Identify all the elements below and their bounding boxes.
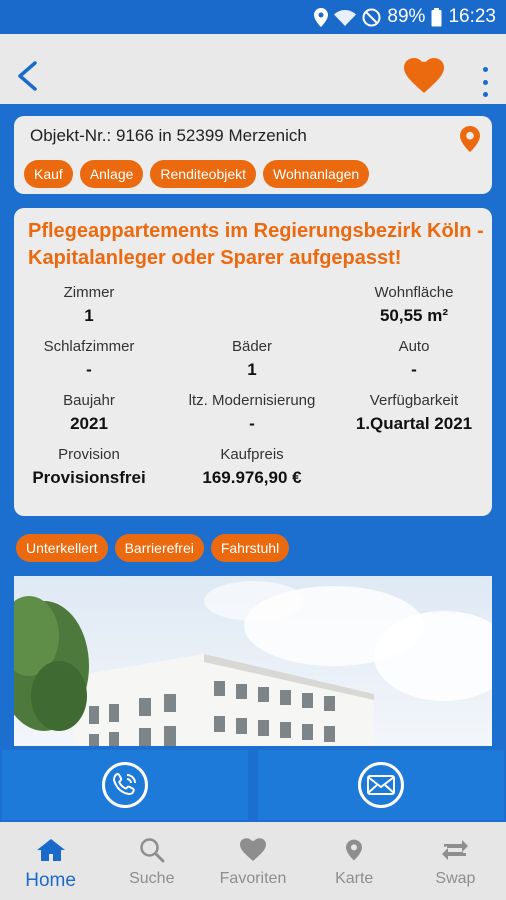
object-number: Objekt-Nr.: 9166 in 52399 Merzenich (30, 126, 307, 145)
tag-renditeobjekt: Renditeobjekt (150, 160, 257, 188)
car-label: Auto (398, 338, 430, 355)
tab-swap[interactable]: Swap (405, 822, 506, 900)
call-button[interactable] (2, 750, 248, 820)
tag-kauf: Kauf (24, 160, 73, 188)
clock: 16:23 (448, 6, 496, 27)
email-button[interactable] (258, 750, 504, 820)
tab-swap-label: Swap (435, 870, 476, 887)
heart-icon (404, 58, 444, 93)
availability-label: Verfügbarkeit (369, 392, 459, 409)
feature-unterkellert: Unterkellert (16, 534, 108, 562)
location-status-icon (314, 7, 329, 27)
feature-tags: Unterkellert Barrierefrei Fahrstuhl (16, 534, 290, 562)
property-photo[interactable] (14, 576, 492, 746)
building-image (14, 576, 492, 746)
tag-wohnanlagen: Wohnanlagen (263, 160, 370, 188)
favorite-button[interactable] (404, 58, 444, 98)
tab-home[interactable]: Home (0, 822, 101, 900)
more-options-button[interactable] (474, 64, 496, 100)
listing-title: Pflegeappartements im Regierungsbezirk K… (28, 220, 484, 269)
map-pin-icon (346, 836, 363, 864)
living-area-value: 50,55 m² (379, 306, 449, 325)
tab-search-label: Suche (129, 870, 175, 887)
feature-fahrstuhl: Fahrstuhl (210, 534, 290, 562)
price-value: 169.976,90 € (202, 468, 302, 487)
availability-value: 1.Quartal 2021 (355, 414, 473, 433)
feature-barrierefrei: Barrierefrei (114, 534, 204, 562)
object-tags: Kauf Anlage Renditeobjekt Wohnanlagen (24, 160, 370, 188)
price-cell: Kaufpreis 169.976,90 € (177, 446, 327, 488)
living-area-cell: Wohnfläche 50,55 m² (339, 284, 489, 326)
commission-label: Provision (58, 446, 120, 463)
rooms-label: Zimmer (63, 284, 115, 301)
bottom-navigation: Home Suche Favoriten Karte Swap (0, 822, 506, 900)
menu-dot (482, 79, 488, 85)
rooms-cell: Zimmer 1 (14, 284, 164, 326)
modernization-value: - (249, 414, 255, 433)
year-built-value: 2021 (70, 414, 108, 433)
tab-favorites-label: Favoriten (219, 870, 287, 887)
battery-icon (431, 7, 442, 27)
phone-icon (102, 762, 148, 808)
car-value: - (411, 360, 417, 379)
battery-percent: 89% (387, 6, 426, 27)
bedrooms-label: Schlafzimmer (43, 338, 135, 355)
menu-dot (482, 67, 488, 72)
home-icon (36, 836, 66, 864)
rooms-value: 1 (84, 306, 94, 325)
car-cell: Auto - (339, 338, 489, 380)
commission-cell: Provision Provisionsfrei (14, 446, 164, 488)
modernization-cell: ltz. Modernisierung - (177, 392, 327, 434)
bathrooms-label: Bäder (231, 338, 273, 355)
swap-icon (440, 836, 470, 864)
bedrooms-cell: Schlafzimmer - (14, 338, 164, 380)
price-label: Kaufpreis (220, 446, 284, 463)
menu-dot (482, 92, 488, 97)
modernization-label: ltz. Modernisierung (188, 392, 316, 409)
bathrooms-value: 1 (247, 360, 257, 379)
year-built-cell: Baujahr 2021 (14, 392, 164, 434)
heart-icon (240, 836, 266, 864)
tab-favorites[interactable]: Favoriten (202, 822, 303, 900)
commission-value: Provisionsfrei (32, 468, 146, 487)
map-pin-icon[interactable] (460, 126, 480, 152)
bathrooms-cell: Bäder 1 (177, 338, 327, 380)
tag-anlage: Anlage (79, 160, 144, 188)
back-arrow-icon (18, 61, 37, 91)
contact-actions (0, 750, 506, 822)
tab-search[interactable]: Suche (101, 822, 202, 900)
tab-home-label: Home (25, 870, 76, 891)
mail-icon (358, 762, 404, 808)
tab-map-label: Karte (335, 870, 374, 887)
status-bar: 89% 16:23 (0, 0, 506, 34)
year-built-label: Baujahr (63, 392, 115, 409)
back-button[interactable] (10, 58, 46, 94)
details-card: Pflegeappartements im Regierungsbezirk K… (14, 208, 492, 516)
search-icon (139, 836, 165, 864)
wifi-status-icon (334, 7, 357, 27)
do-not-disturb-icon (362, 7, 381, 27)
availability-cell: Verfügbarkeit 1.Quartal 2021 (339, 392, 489, 434)
living-area-label: Wohnfläche (374, 284, 454, 301)
bedrooms-value: - (86, 360, 92, 379)
tab-map[interactable]: Karte (304, 822, 405, 900)
app-bar (0, 34, 506, 104)
object-id-card: Objekt-Nr.: 9166 in 52399 Merzenich Kauf… (14, 116, 492, 194)
listing-content[interactable]: Objekt-Nr.: 9166 in 52399 Merzenich Kauf… (0, 104, 506, 750)
